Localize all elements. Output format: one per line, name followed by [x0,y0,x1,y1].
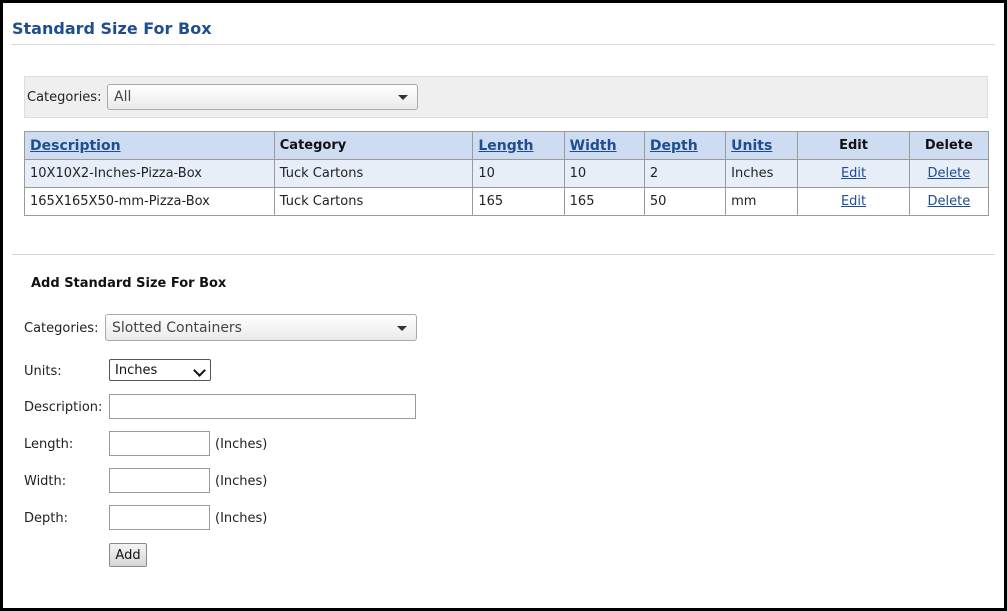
column-header-length[interactable]: Length [472,131,565,160]
cell-edit: Edit [797,187,910,216]
delete-link[interactable]: Delete [927,194,970,209]
width-unit-note: (Inches) [215,474,268,489]
column-header-description[interactable]: Description [24,131,275,160]
sort-description-link[interactable]: Description [30,138,121,154]
cell-description: 10X10X2-Inches-Pizza-Box [24,159,275,188]
units-select-value: Inches [115,362,158,378]
edit-link[interactable]: Edit [841,166,866,181]
cell-category: Tuck Cartons [273,159,474,188]
length-input[interactable] [109,431,210,456]
column-header-edit: Edit [797,131,910,160]
add-categories-dropdown[interactable]: Slotted Containers [105,314,417,341]
sort-width-link[interactable]: Width [570,138,617,154]
cell-depth: 2 [643,159,727,188]
width-label: Width: [24,474,67,489]
units-select[interactable]: Inches [109,359,211,381]
add-categories-value: Slotted Containers [112,319,242,336]
cell-delete: Delete [908,187,990,216]
sort-length-link[interactable]: Length [478,138,533,154]
delete-link[interactable]: Delete [927,166,970,181]
title-divider [12,44,995,45]
cell-description: 165X165X50-mm-Pizza-Box [24,187,275,216]
dropdown-arrow-icon [397,325,407,331]
length-unit-note: (Inches) [215,437,268,452]
cell-edit: Edit [797,159,910,188]
column-header-category: Category [273,131,474,160]
cell-depth: 50 [643,187,727,216]
page-title: Standard Size For Box [12,19,212,38]
table-header-row: Description Category Length Width Depth … [24,131,990,160]
cell-units: mm [725,187,799,216]
filter-bar: Categories: All [24,76,988,118]
table-row: 10X10X2-Inches-Pizza-Box Tuck Cartons 10… [24,159,990,188]
column-header-delete: Delete [908,131,990,160]
column-header-width[interactable]: Width [563,131,645,160]
filter-categories-dropdown[interactable]: All [107,84,418,110]
cell-width: 165 [563,187,645,216]
page-frame: Standard Size For Box Categories: All De… [0,0,1007,611]
add-button[interactable]: Add [109,543,147,567]
depth-input[interactable] [109,505,210,530]
sort-units-link[interactable]: Units [731,138,772,154]
cell-length: 10 [472,159,565,188]
description-input[interactable] [109,394,416,419]
description-label: Description: [24,400,103,415]
chevron-down-icon [193,364,206,377]
length-label: Length: [24,437,74,452]
table-row: 165X165X50-mm-Pizza-Box Tuck Cartons 165… [24,187,990,216]
depth-label: Depth: [24,511,68,526]
cell-width: 10 [563,159,645,188]
box-sizes-table: Description Category Length Width Depth … [24,131,990,216]
width-input[interactable] [109,468,210,493]
edit-link[interactable]: Edit [841,194,866,209]
cell-delete: Delete [908,159,990,188]
filter-categories-label: Categories: [27,90,102,105]
cell-units: Inches [725,159,799,188]
add-section-title: Add Standard Size For Box [31,276,227,291]
section-divider [12,254,995,255]
depth-unit-note: (Inches) [215,511,268,526]
cell-length: 165 [472,187,565,216]
column-header-depth[interactable]: Depth [643,131,727,160]
add-categories-label: Categories: [24,321,99,336]
filter-categories-value: All [114,89,132,105]
cell-category: Tuck Cartons [273,187,474,216]
units-label: Units: [24,364,62,379]
column-header-units[interactable]: Units [725,131,799,160]
sort-depth-link[interactable]: Depth [650,138,698,154]
dropdown-arrow-icon [398,95,408,100]
